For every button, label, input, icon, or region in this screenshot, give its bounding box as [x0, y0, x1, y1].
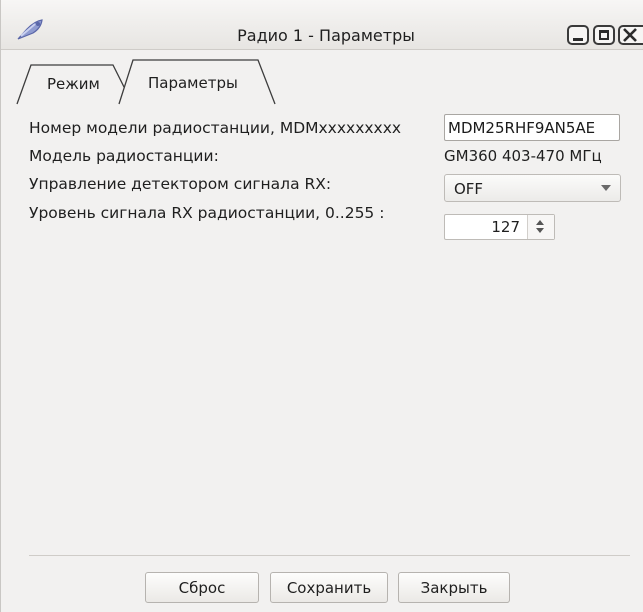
close-button[interactable]: Закрыть: [398, 572, 510, 603]
rx-level-value[interactable]: 127: [491, 218, 520, 236]
tab-mode[interactable]: Режим: [47, 75, 100, 93]
spin-down-icon[interactable]: [536, 228, 544, 233]
close-icon: [623, 28, 637, 42]
rx-level-spinbox[interactable]: 127: [444, 214, 555, 240]
window-title: Радио 1 - Параметры: [237, 26, 415, 45]
radio-model-value: GM360 403-470 МГц: [444, 147, 602, 165]
satellite-icon: [17, 19, 43, 40]
title-bar[interactable]: Радио 1 - Параметры: [1, 0, 643, 50]
rx-detector-value: OFF: [454, 180, 484, 198]
rx-detector-combobox[interactable]: OFF: [444, 174, 621, 202]
rx-detector-label: Управление детектором сигнала RX:: [29, 175, 332, 193]
spin-up-icon[interactable]: [536, 220, 544, 225]
tab-parameters[interactable]: Параметры: [148, 74, 238, 92]
reset-button[interactable]: Сброс: [145, 572, 259, 603]
footer-separator: [29, 555, 630, 556]
radio-model-label: Модель радиостанции:: [29, 147, 219, 165]
dialog-window: Радио 1 - Параметры Режим Параметры Номе…: [0, 0, 643, 612]
close-window-button[interactable]: [618, 25, 643, 45]
chevron-down-icon: [601, 185, 611, 191]
rx-level-label: Уровень сигнала RX радиостанции, 0..255 …: [29, 204, 385, 222]
spin-buttons[interactable]: [527, 215, 554, 239]
model-number-input[interactable]: [444, 114, 620, 141]
minimize-button[interactable]: [567, 25, 589, 45]
maximize-button[interactable]: [593, 25, 615, 45]
tab-bar: Режим Параметры: [1, 49, 643, 105]
save-button[interactable]: Сохранить: [270, 572, 388, 603]
model-number-label: Номер модели радиостанции, MDMxxxxxxxxx: [29, 119, 402, 137]
